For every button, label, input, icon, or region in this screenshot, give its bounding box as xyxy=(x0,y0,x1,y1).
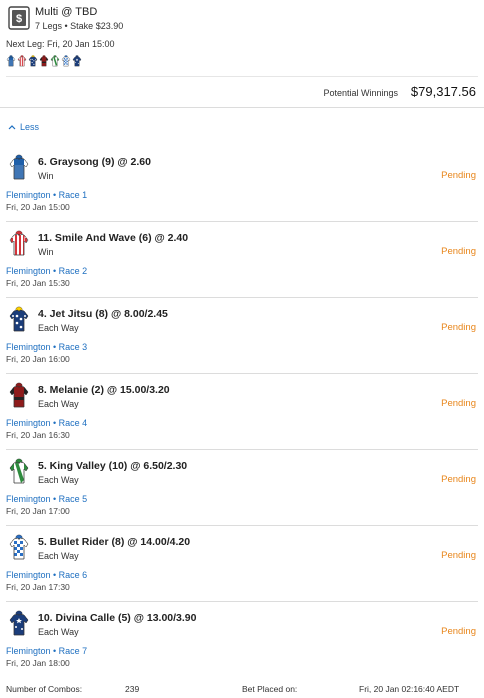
bet-type: Win xyxy=(38,247,54,257)
bet-header: $ Multi @ TBD 7 Legs • Stake $23.90 Next… xyxy=(0,0,484,108)
race-time: Fri, 20 Jan 18:00 xyxy=(6,658,70,668)
race-time: Fri, 20 Jan 17:00 xyxy=(6,506,70,516)
race-link[interactable]: Flemington • Race 4 xyxy=(6,418,87,428)
race-time: Fri, 20 Jan 15:30 xyxy=(6,278,70,288)
potential-winnings-label: Potential Winnings xyxy=(323,88,398,98)
receipt-dollar-icon: $ xyxy=(8,6,30,30)
leg-status: Pending xyxy=(441,474,476,485)
race-link[interactable]: Flemington • Race 3 xyxy=(6,342,87,352)
jockey-silk-icon xyxy=(8,534,30,561)
runner-name: 4. Jet Jitsu (8) @ 8.00/2.45 xyxy=(38,308,168,320)
bet-type: Each Way xyxy=(38,399,79,409)
race-time: Fri, 20 Jan 17:30 xyxy=(6,582,70,592)
bet-type: Each Way xyxy=(38,323,79,333)
leg-row: 5. King Valley (10) @ 6.50/2.30 Each Way… xyxy=(6,450,478,526)
leg-row: 5. Bullet Rider (8) @ 14.00/4.20 Each Wa… xyxy=(6,526,478,602)
header-divider xyxy=(6,76,478,77)
race-time: Fri, 20 Jan 16:00 xyxy=(6,354,70,364)
placed-value: Fri, 20 Jan 02:16:40 AEDT xyxy=(359,684,460,694)
bet-type: Each Way xyxy=(38,475,79,485)
race-link[interactable]: Flemington • Race 5 xyxy=(6,494,87,504)
runner-name: 5. Bullet Rider (8) @ 14.00/4.20 xyxy=(38,536,191,548)
less-label: Less xyxy=(20,122,40,132)
svg-text:$: $ xyxy=(16,13,22,25)
next-leg-label: Next Leg: Fri, 20 Jan 15:00 xyxy=(6,39,115,49)
jockey-silk-mini-icon xyxy=(17,55,27,67)
less-toggle[interactable]: Less xyxy=(8,122,39,132)
jockey-silk-icon xyxy=(8,306,30,333)
runner-name: 5. King Valley (10) @ 6.50/2.30 xyxy=(38,460,188,472)
race-link[interactable]: Flemington • Race 7 xyxy=(6,646,87,656)
leg-status: Pending xyxy=(441,170,476,181)
jockey-silk-icon xyxy=(8,382,30,409)
bet-type: Each Way xyxy=(38,627,79,637)
leg-status: Pending xyxy=(441,626,476,637)
runner-name: 8. Melanie (2) @ 15.00/3.20 xyxy=(38,384,170,396)
race-link[interactable]: Flemington • Race 6 xyxy=(6,570,87,580)
bet-footer: Number of Combos: 239 Bet Placed on: Fri… xyxy=(0,680,484,698)
jockey-silk-mini-icon xyxy=(50,55,60,67)
leg-status: Pending xyxy=(441,398,476,409)
leg-row: 6. Graysong (9) @ 2.60 Win Pending Flemi… xyxy=(6,146,478,222)
combos-label: Number of Combos: xyxy=(6,684,83,694)
bet-type: Each Way xyxy=(38,551,79,561)
chevron-up-icon xyxy=(8,125,16,130)
jockey-silk-mini-icon xyxy=(28,55,38,67)
jockey-silk-mini-icon xyxy=(61,55,71,67)
jockey-silk-mini-icon xyxy=(72,55,82,67)
potential-winnings-value: $79,317.56 xyxy=(410,84,476,99)
leg-row: 10. Divina Calle (5) @ 13.00/3.90 Each W… xyxy=(6,602,478,678)
race-time: Fri, 20 Jan 15:00 xyxy=(6,202,70,212)
bet-title: Multi @ TBD xyxy=(35,6,98,18)
silks-summary xyxy=(6,55,82,67)
combos-value: 239 xyxy=(125,684,140,694)
runner-name: 6. Graysong (9) @ 2.60 xyxy=(38,156,151,168)
leg-status: Pending xyxy=(441,322,476,333)
leg-status: Pending xyxy=(441,246,476,257)
runner-name: 10. Divina Calle (5) @ 13.00/3.90 xyxy=(38,612,197,624)
jockey-silk-icon xyxy=(8,154,30,181)
jockey-silk-mini-icon xyxy=(39,55,49,67)
race-link[interactable]: Flemington • Race 2 xyxy=(6,266,87,276)
legs-list: 6. Graysong (9) @ 2.60 Win Pending Flemi… xyxy=(0,146,484,678)
bet-type: Win xyxy=(38,171,54,181)
race-time: Fri, 20 Jan 16:30 xyxy=(6,430,70,440)
jockey-silk-icon xyxy=(8,230,30,257)
jockey-silk-icon xyxy=(8,458,30,485)
jockey-silk-mini-icon xyxy=(6,55,16,67)
jockey-silk-icon xyxy=(8,610,30,637)
leg-status: Pending xyxy=(441,550,476,561)
race-link[interactable]: Flemington • Race 1 xyxy=(6,190,87,200)
leg-row: 8. Melanie (2) @ 15.00/3.20 Each Way Pen… xyxy=(6,374,478,450)
leg-row: 4. Jet Jitsu (8) @ 8.00/2.45 Each Way Pe… xyxy=(6,298,478,374)
leg-row: 11. Smile And Wave (6) @ 2.40 Win Pendin… xyxy=(6,222,478,298)
placed-label: Bet Placed on: xyxy=(242,684,298,694)
bet-subtitle: 7 Legs • Stake $23.90 xyxy=(35,21,124,31)
runner-name: 11. Smile And Wave (6) @ 2.40 xyxy=(38,232,189,244)
